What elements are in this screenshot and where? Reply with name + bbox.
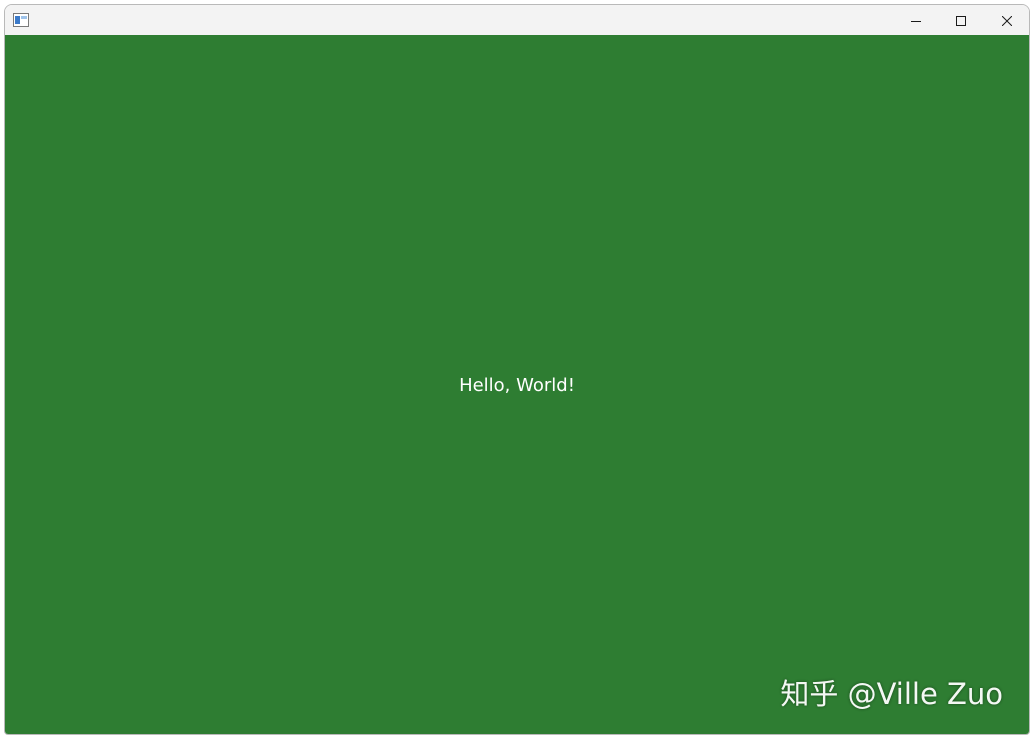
close-icon [1001,11,1013,30]
maximize-button[interactable] [938,5,984,35]
watermark: 知乎 @Ville Zuo [780,677,1003,711]
minimize-icon [911,11,921,30]
minimize-button[interactable] [893,5,939,35]
app-window-icon[interactable] [13,12,29,27]
app-window: Hello, World! 知乎 @Ville Zuo [4,4,1030,735]
main-content-area: Hello, World! 知乎 @Ville Zuo [5,35,1029,734]
hello-message: Hello, World! [459,375,575,396]
title-bar[interactable] [5,5,1029,35]
maximize-icon [956,11,966,30]
close-button[interactable] [984,5,1029,35]
